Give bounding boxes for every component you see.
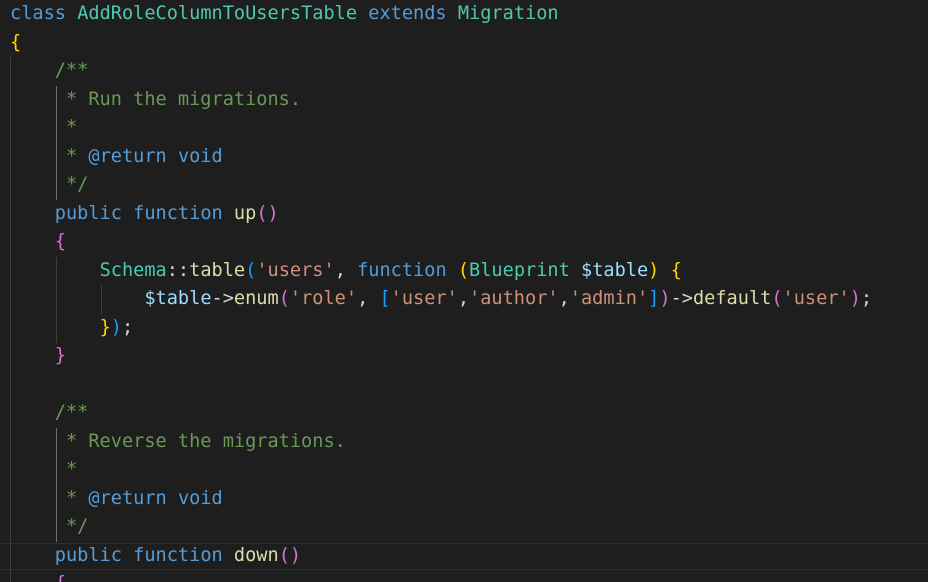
code-line-11: $table->enum('role', ['user','author','a… (144, 288, 873, 309)
code-line-17: * (10, 456, 77, 485)
string-default-user: 'user' (782, 288, 850, 309)
keyword-public: public (54, 544, 122, 566)
code-line-10: Schema::table('users', function (Bluepri… (10, 257, 682, 286)
string-admin: 'admin' (569, 288, 649, 309)
docblock-close: */ (54, 516, 89, 537)
class-name: AddRoleColumnToUsersTable (77, 3, 358, 24)
code-line-13: } (10, 342, 66, 371)
paren-open: ( (245, 259, 257, 281)
code-line-3: /** (10, 57, 89, 86)
keyword-public: public (54, 202, 122, 224)
comma: , (357, 288, 380, 309)
docblock-open: /** (54, 60, 89, 81)
type-blueprint: Blueprint (469, 259, 570, 281)
class-open-brace: { (10, 31, 22, 53)
semicolon: ; (860, 288, 873, 309)
method-name-up: up (233, 202, 257, 224)
paren-close: ) (289, 544, 302, 566)
parent-class-name: Migration (457, 3, 559, 24)
paren-close: ) (648, 259, 660, 281)
schema-class: Schema (99, 259, 167, 281)
keyword-class: class (10, 3, 66, 24)
variable-table: $table (581, 259, 649, 281)
method-default: default (692, 288, 772, 309)
keyword-extends: extends (368, 3, 447, 24)
paren-open: ( (278, 544, 290, 566)
comma: , (334, 259, 358, 281)
method-table: table (189, 259, 246, 281)
arrow-operator: -> (211, 288, 234, 309)
method-open-brace: { (54, 231, 66, 252)
docblock-blank: * (54, 117, 78, 138)
docblock-return-type: void (166, 145, 223, 167)
code-line-8: public function up() (10, 200, 279, 229)
method-name-down: down (233, 544, 279, 566)
scope-operator: :: (166, 259, 190, 281)
paren-open: ( (457, 259, 470, 281)
code-line-19: */ (10, 513, 88, 542)
method-enum: enum (233, 288, 279, 309)
paren-open: ( (771, 288, 783, 309)
string-user: 'user' (390, 288, 458, 309)
paren-open: ( (256, 202, 268, 224)
method-open-brace: { (55, 573, 66, 582)
docblock-star: * (54, 145, 89, 167)
code-line-21: { (10, 570, 66, 582)
code-line-5: * (10, 114, 77, 143)
semicolon: ; (121, 316, 134, 338)
paren-close: ) (849, 288, 861, 309)
code-line-7: */ (10, 171, 88, 200)
docblock-blank: * (54, 459, 78, 480)
code-line-12: }); (10, 314, 134, 343)
code-line-18: * @return void (10, 485, 223, 514)
code-line-20: public function down() (10, 542, 301, 571)
paren-close: ) (267, 202, 279, 224)
keyword-function: function (133, 202, 223, 224)
docblock-description: * Run the migrations. (54, 88, 302, 110)
string-users: 'users' (256, 259, 335, 281)
string-role: 'role' (289, 288, 358, 309)
closure-close-brace: } (99, 316, 111, 338)
docblock-star: * (54, 487, 89, 509)
code-line-16: * Reverse the migrations. (10, 428, 346, 457)
variable-table: $table (144, 288, 212, 309)
closure-open-brace: { (670, 259, 682, 281)
docblock-return-tag: @return (88, 145, 167, 167)
keyword-function: function (357, 259, 447, 281)
string-author: 'author' (469, 288, 559, 309)
docblock-close: */ (54, 174, 89, 195)
bracket-open: [ (379, 288, 391, 309)
arrow-operator: -> (670, 288, 693, 309)
docblock-description: * Reverse the migrations. (54, 430, 346, 452)
code-line-2: { (10, 29, 21, 58)
paren-open: ( (278, 288, 290, 309)
method-close-brace: } (54, 345, 66, 366)
code-editor[interactable]: class AddRoleColumnToUsersTable extends … (0, 0, 928, 582)
paren-close: ) (110, 316, 122, 338)
bracket-close: ] (648, 288, 660, 309)
code-line-9: { (10, 228, 66, 257)
code-line-4: * Run the migrations. (10, 86, 301, 115)
code-line-1: class AddRoleColumnToUsersTable extends … (10, 0, 559, 29)
docblock-open: /** (54, 402, 89, 423)
docblock-return-type: void (166, 487, 223, 509)
code-line-6: * @return void (10, 143, 223, 172)
docblock-return-tag: @return (88, 487, 167, 509)
code-line-15: /** (10, 399, 89, 428)
keyword-function: function (133, 544, 223, 566)
paren-close: ) (659, 288, 671, 309)
